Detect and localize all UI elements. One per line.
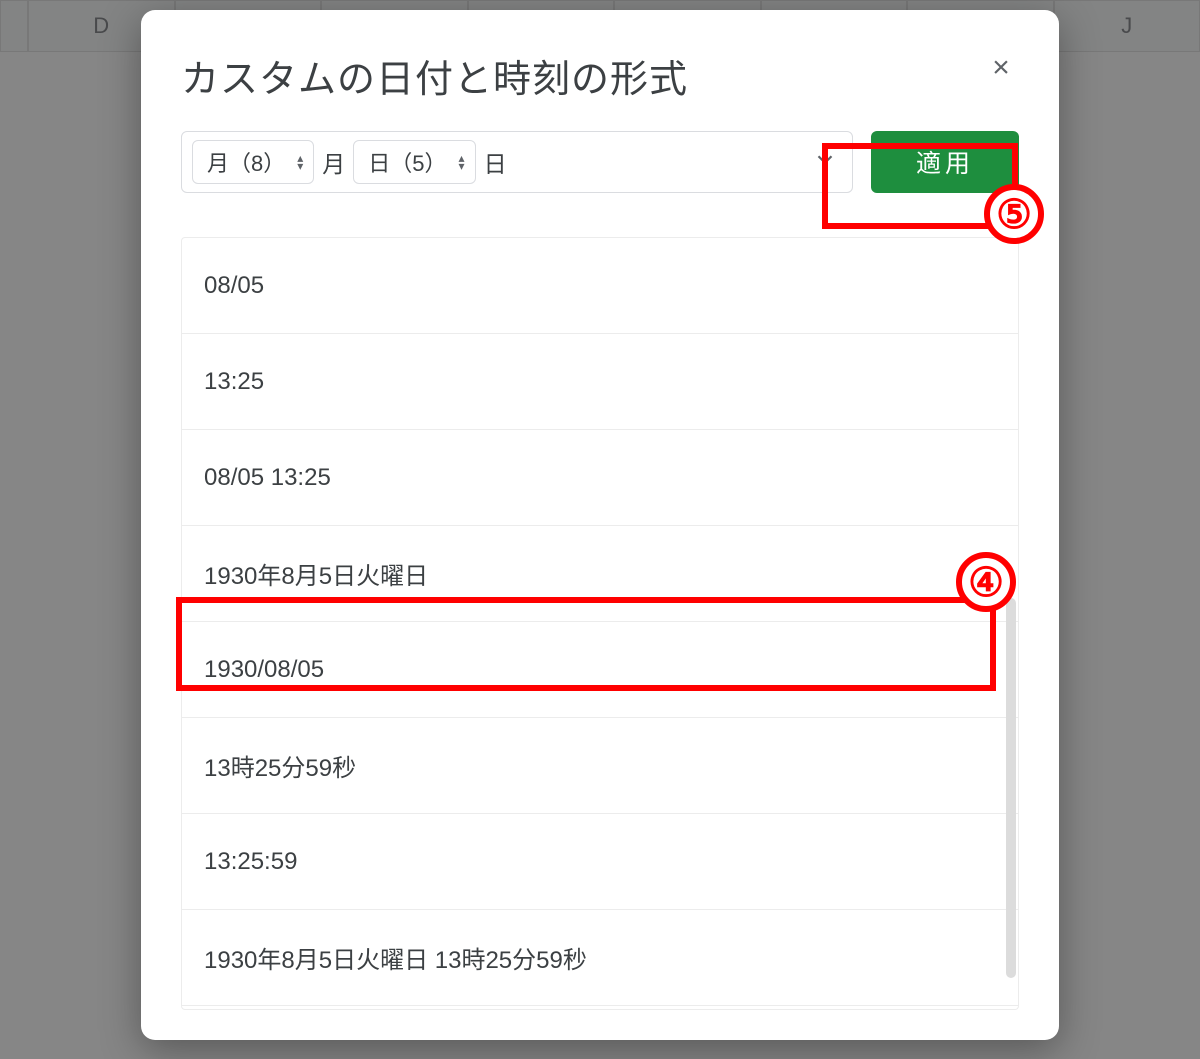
list-item[interactable]: 08/05 13:25 — [182, 430, 1018, 526]
list-item[interactable]: 13時25分59秒 — [182, 718, 1018, 814]
list-item[interactable]: 13:25 — [182, 334, 1018, 430]
scrollbar[interactable] — [1006, 598, 1016, 978]
format-chip-month[interactable]: 月（8） ▴▾ — [192, 140, 314, 184]
chip-label: 月（8） — [207, 146, 285, 178]
format-row: 月（8） ▴▾ 月 日（5） ▴▾ 日 適用 — [181, 131, 1019, 193]
format-input[interactable]: 月（8） ▴▾ 月 日（5） ▴▾ 日 — [181, 131, 853, 193]
list-item[interactable]: 1930年8月5日火曜日 — [182, 526, 1018, 622]
chevron-down-icon[interactable] — [812, 147, 838, 178]
dialog-title: カスタムの日付と時刻の形式 — [181, 48, 1019, 103]
chip-suffix-day: 日 — [484, 145, 507, 179]
chip-suffix-month: 月 — [322, 145, 345, 179]
preset-list: 08/05 13:25 08/05 13:25 1930年8月5日火曜日 193… — [181, 237, 1019, 1010]
close-icon[interactable]: × — [987, 54, 1015, 82]
list-item[interactable]: 08/05 — [182, 238, 1018, 334]
apply-button[interactable]: 適用 — [871, 131, 1019, 193]
list-item[interactable]: 1930年8月5日火曜日 13時25分59秒 — [182, 910, 1018, 1006]
stepper-icon[interactable]: ▴▾ — [459, 154, 465, 170]
custom-date-time-dialog: カスタムの日付と時刻の形式 × 月（8） ▴▾ 月 日（5） ▴▾ 日 適用 0… — [141, 10, 1059, 1040]
list-item[interactable]: 13:25:59 — [182, 814, 1018, 910]
format-chip-day[interactable]: 日（5） ▴▾ — [353, 140, 475, 184]
stepper-icon[interactable]: ▴▾ — [297, 154, 303, 170]
chip-label: 日（5） — [368, 146, 446, 178]
list-item[interactable]: 1930/08/05 — [182, 622, 1018, 718]
